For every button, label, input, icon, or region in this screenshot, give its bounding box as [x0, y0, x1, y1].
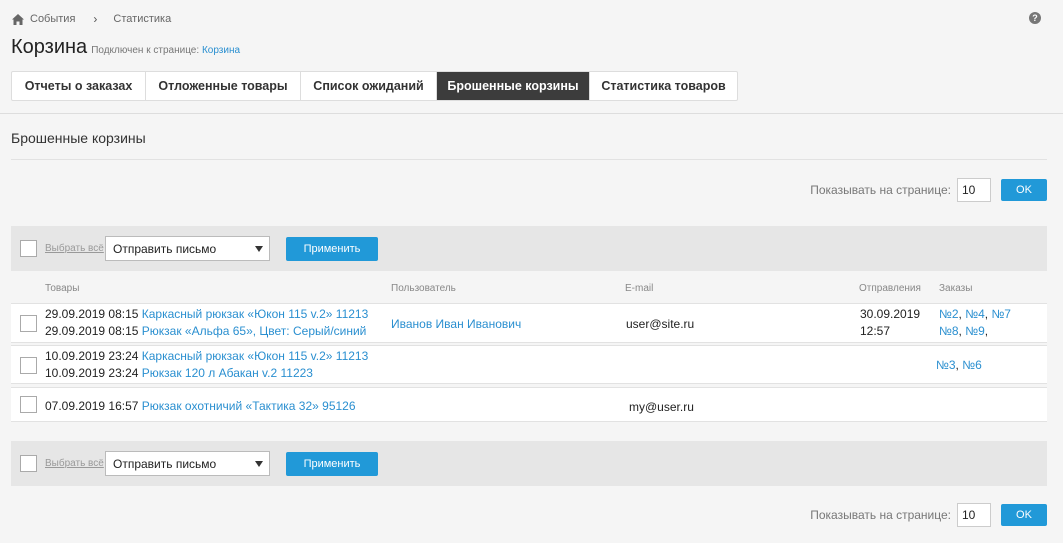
item-date: 29.09.2019 08:15	[45, 324, 139, 338]
connected-page-link[interactable]: Корзина	[202, 45, 240, 56]
item-date: 10.09.2019 23:24	[45, 349, 139, 363]
sent-date: 30.09.2019	[860, 307, 921, 321]
cart-items: 10.09.2019 23:24 Каркасный рюкзак «Юкон …	[45, 348, 368, 382]
breadcrumb-home-link[interactable]: События	[30, 13, 75, 25]
item-date: 10.09.2019 23:24	[45, 366, 139, 380]
select-all-link[interactable]: Выбрать всё	[45, 458, 105, 469]
table-row: 10.09.2019 23:24 Каркасный рюкзак «Юкон …	[11, 345, 1047, 384]
column-header-user[interactable]: Пользователь	[391, 283, 456, 294]
bulk-action-select[interactable]: Отправить письмо	[105, 236, 270, 261]
sent-time: 12:57	[860, 324, 891, 338]
tab-abandoned-carts[interactable]: Брошенные корзины	[437, 72, 590, 100]
sent-datetime: 30.09.2019 12:57	[860, 306, 920, 340]
item-link[interactable]: Рюкзак «Альфа 65», Цвет: Серый/синий	[142, 324, 367, 338]
connected-page-info: Подключен к странице: Корзина	[91, 45, 240, 56]
user-link[interactable]: Иванов Иван Иванович	[391, 316, 521, 333]
user-email: my@user.ru	[629, 400, 694, 414]
tab-orders-report[interactable]: Отчеты о заказах	[12, 72, 146, 100]
row-checkbox[interactable]	[20, 396, 37, 413]
page-header: Корзина Подключен к странице: Корзина	[11, 36, 240, 59]
order-links: №3, №6	[936, 358, 982, 372]
report-tabs: Отчеты о заказах Отложенные товары Списо…	[11, 71, 738, 101]
order-link[interactable]: №4	[965, 307, 985, 321]
page-size-ok-button[interactable]: OK	[1001, 504, 1047, 526]
tab-goods-statistics[interactable]: Статистика товаров	[590, 72, 737, 100]
page-title: Корзина	[11, 36, 88, 58]
tab-waiting-list[interactable]: Список ожиданий	[301, 72, 437, 100]
item-link[interactable]: Рюкзак охотничий «Тактика 32» 95126	[142, 399, 356, 413]
column-header-goods[interactable]: Товары	[45, 283, 79, 294]
section-title: Брошенные корзины	[11, 130, 146, 146]
bulk-actions-top: Выбрать всё Отправить письмо Применить	[11, 226, 1047, 271]
order-link[interactable]: №3	[936, 358, 956, 372]
bulk-actions-bottom: Выбрать всё Отправить письмо Применить	[11, 441, 1047, 486]
item-link[interactable]: Каркасный рюкзак «Юкон 115 v.2» 11213	[142, 349, 369, 363]
item-date: 29.09.2019 08:15	[45, 307, 139, 321]
page-size-control-top: Показывать на странице: OK	[810, 178, 1047, 202]
user-email: user@site.ru	[626, 317, 695, 331]
item-link[interactable]: Каркасный рюкзак «Юкон 115 v.2» 11213	[142, 307, 369, 321]
column-header-orders[interactable]: Заказы	[939, 283, 972, 294]
chevron-right-icon: ›	[93, 12, 98, 26]
header-divider	[0, 113, 1063, 114]
order-link[interactable]: №6	[962, 358, 982, 372]
home-icon[interactable]	[12, 13, 24, 25]
row-checkbox[interactable]	[20, 357, 37, 374]
caret-down-icon	[255, 245, 263, 252]
order-link[interactable]: №8	[939, 324, 959, 338]
table-row: 07.09.2019 16:57 Рюкзак охотничий «Такти…	[11, 387, 1047, 422]
breadcrumb-current: Статистика	[113, 13, 172, 25]
cart-items: 29.09.2019 08:15 Каркасный рюкзак «Юкон …	[45, 306, 368, 340]
bulk-action-value: Отправить письмо	[113, 241, 217, 256]
help-icon[interactable]: ?	[1029, 12, 1041, 24]
caret-down-icon	[255, 460, 263, 467]
column-header-email[interactable]: E-mail	[625, 283, 653, 294]
order-links: №2, №4, №7 №8, №9,	[939, 307, 1011, 338]
row-checkbox[interactable]	[20, 315, 37, 332]
page-size-ok-button[interactable]: OK	[1001, 179, 1047, 201]
select-all-checkbox[interactable]	[20, 455, 37, 472]
column-header-sent[interactable]: Отправления	[859, 283, 921, 294]
select-all-link[interactable]: Выбрать всё	[45, 243, 105, 254]
item-link[interactable]: Рюкзак 120 л Абакан v.2 11223	[142, 366, 313, 380]
section-divider	[11, 159, 1047, 160]
order-link[interactable]: №2	[939, 307, 959, 321]
page-size-label: Показывать на странице:	[810, 183, 951, 197]
page-size-input[interactable]	[957, 503, 991, 527]
apply-button[interactable]: Применить	[286, 451, 378, 476]
page-size-control-bottom: Показывать на странице: OK	[810, 503, 1047, 527]
bulk-action-value: Отправить письмо	[113, 456, 217, 471]
tab-postponed-goods[interactable]: Отложенные товары	[146, 72, 301, 100]
page-size-label: Показывать на странице:	[810, 508, 951, 522]
bulk-action-select[interactable]: Отправить письмо	[105, 451, 270, 476]
select-all-checkbox[interactable]	[20, 240, 37, 257]
cart-items: 07.09.2019 16:57 Рюкзак охотничий «Такти…	[45, 398, 356, 415]
page-size-input[interactable]	[957, 178, 991, 202]
connected-prefix: Подключен к странице:	[91, 45, 200, 56]
breadcrumb: События › Статистика	[12, 11, 171, 27]
order-link[interactable]: №9	[965, 324, 985, 338]
table-row: 29.09.2019 08:15 Каркасный рюкзак «Юкон …	[11, 303, 1047, 343]
item-date: 07.09.2019 16:57	[45, 399, 139, 413]
order-link[interactable]: №7	[991, 307, 1011, 321]
apply-button[interactable]: Применить	[286, 236, 378, 261]
